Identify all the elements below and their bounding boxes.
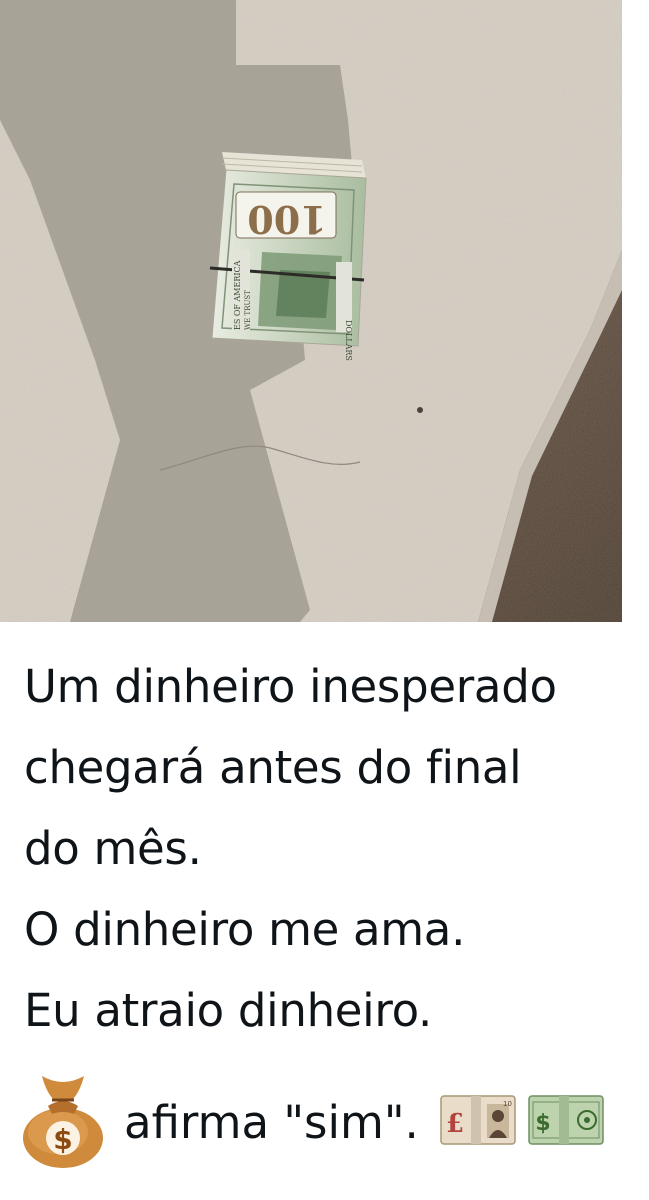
bill-denomination: 100 [247, 197, 326, 242]
pound-banknote-icon: £ 10 [439, 1092, 519, 1152]
affirmation-text: afirma "sim". [124, 1095, 419, 1149]
svg-text:$: $ [53, 1123, 72, 1156]
caption-line: do mês. [24, 822, 202, 875]
caption-line: Eu atraio dinheiro. [24, 984, 433, 1037]
caption-line: chegará antes do final [24, 741, 522, 794]
svg-text:$: $ [535, 1111, 550, 1136]
bill-side-text-2: WE TRUST [244, 290, 252, 330]
caption-text: Um dinheiro inesperado chegará antes do … [24, 646, 644, 1051]
bill-side-text-1: ES OF AMERICA [233, 260, 242, 330]
affirmation-row: $ afirma "sim". £ 10 $ [10, 1072, 607, 1172]
caption-line: O dinheiro me ama. [24, 903, 466, 956]
photo-money-on-sidewalk: 100 ES OF AMERICA WE TRUST DOLLARS [0, 0, 622, 622]
dollar-banknote-icon: $ [527, 1092, 607, 1152]
image-border-strip [622, 0, 649, 622]
caption-line: Um dinheiro inesperado [24, 660, 557, 713]
money-bag-icon: $ [18, 1070, 108, 1174]
bill-side-text-3: DOLLARS [344, 320, 353, 361]
svg-text:£: £ [446, 1109, 464, 1139]
svg-text:10: 10 [503, 1100, 512, 1108]
